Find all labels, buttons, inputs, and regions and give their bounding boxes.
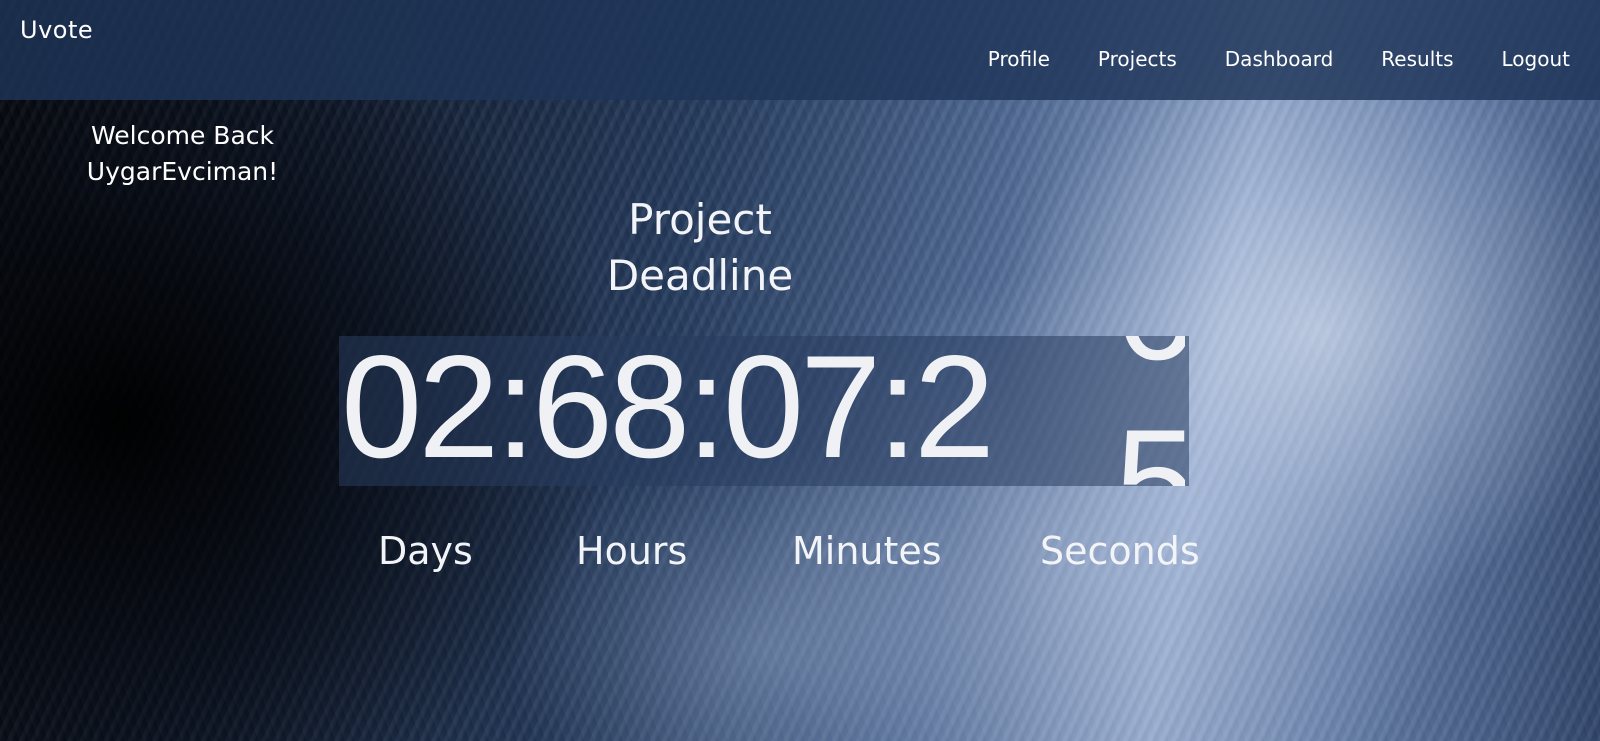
nav-item-dashboard[interactable]: Dashboard — [1225, 47, 1334, 71]
nav-item-logout[interactable]: Logout — [1502, 47, 1570, 71]
countdown-digits: 02:68:07:2 — [341, 336, 995, 486]
nav-item-projects[interactable]: Projects — [1098, 47, 1177, 71]
unit-label-days: Days — [378, 529, 473, 573]
nav-item-profile[interactable]: Profile — [988, 47, 1050, 71]
project-deadline-title: Project Deadline — [560, 192, 840, 304]
deadline-title-line-2: Deadline — [606, 251, 794, 300]
deadline-title-line-1: Project — [628, 195, 772, 244]
welcome-line-1: Welcome Back — [91, 121, 274, 150]
main-nav: Profile Projects Dashboard Results Logou… — [988, 47, 1570, 71]
unit-label-hours: Hours — [576, 529, 688, 573]
welcome-username: UygarEvciman! — [86, 157, 279, 186]
top-navbar: Uvote Profile Projects Dashboard Results… — [0, 0, 1600, 100]
nav-item-results[interactable]: Results — [1381, 47, 1453, 71]
brand-logo[interactable]: Uvote — [20, 16, 93, 44]
countdown-timer: 02:68:07:2 6 5 — [339, 336, 1189, 486]
flip-digit-previous: 6 — [1115, 336, 1185, 384]
flipping-seconds-digit: 6 5 — [1109, 336, 1185, 486]
welcome-message: Welcome Back UygarEvciman! — [60, 118, 305, 190]
unit-label-seconds: Seconds — [1040, 529, 1200, 573]
flip-digit-next: 5 — [1115, 399, 1185, 487]
unit-label-minutes: Minutes — [792, 529, 942, 573]
